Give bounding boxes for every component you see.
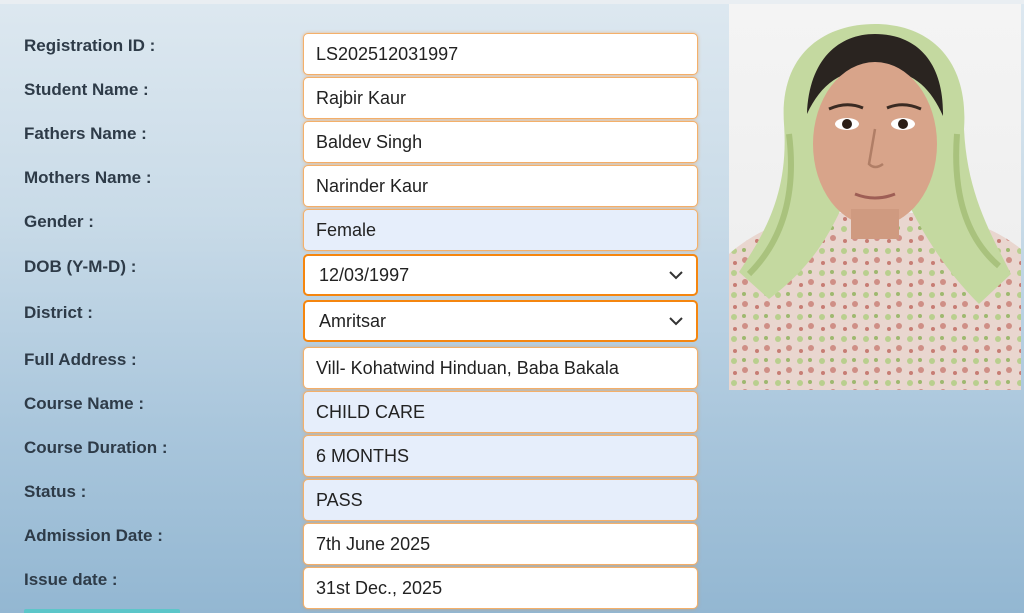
- issue-date-field[interactable]: 31st Dec., 2025: [303, 567, 698, 609]
- submit-button-edge[interactable]: [24, 609, 180, 613]
- registration-id-field[interactable]: LS202512031997: [303, 33, 698, 75]
- full-address-field[interactable]: Vill- Kohatwind Hinduan, Baba Bakala: [303, 347, 698, 389]
- label-issue-date: Issue date :: [24, 570, 118, 589]
- chevron-down-icon: [669, 271, 683, 280]
- status-field[interactable]: PASS: [303, 479, 698, 521]
- label-full-address: Full Address :: [24, 350, 137, 369]
- label-mothers-name: Mothers Name :: [24, 168, 152, 187]
- label-admission-date: Admission Date :: [24, 526, 163, 545]
- label-student-name: Student Name :: [24, 80, 149, 99]
- label-status: Status :: [24, 482, 87, 501]
- admission-date-field[interactable]: 7th June 2025: [303, 523, 698, 565]
- label-district: District :: [24, 303, 93, 322]
- chevron-down-icon: [669, 317, 683, 326]
- district-select[interactable]: Amritsar: [303, 300, 698, 342]
- dob-select-value: 12/03/1997: [319, 265, 410, 285]
- dob-select[interactable]: 12/03/1997: [303, 254, 698, 296]
- course-duration-field[interactable]: 6 MONTHS: [303, 435, 698, 477]
- label-gender: Gender :: [24, 212, 94, 231]
- student-photo: [729, 4, 1021, 390]
- student-name-field[interactable]: Rajbir Kaur: [303, 77, 698, 119]
- label-dob: DOB (Y-M-D) :: [24, 257, 137, 276]
- gender-field[interactable]: Female: [303, 209, 698, 251]
- mothers-name-field[interactable]: Narinder Kaur: [303, 165, 698, 207]
- district-select-value: Amritsar: [319, 311, 386, 331]
- label-registration-id: Registration ID :: [24, 36, 156, 55]
- label-course-name: Course Name :: [24, 394, 144, 413]
- portrait-illustration: [729, 24, 1021, 390]
- course-name-field[interactable]: CHILD CARE: [303, 391, 698, 433]
- label-fathers-name: Fathers Name :: [24, 124, 147, 143]
- label-course-duration: Course Duration :: [24, 438, 168, 457]
- fathers-name-field[interactable]: Baldev Singh: [303, 121, 698, 163]
